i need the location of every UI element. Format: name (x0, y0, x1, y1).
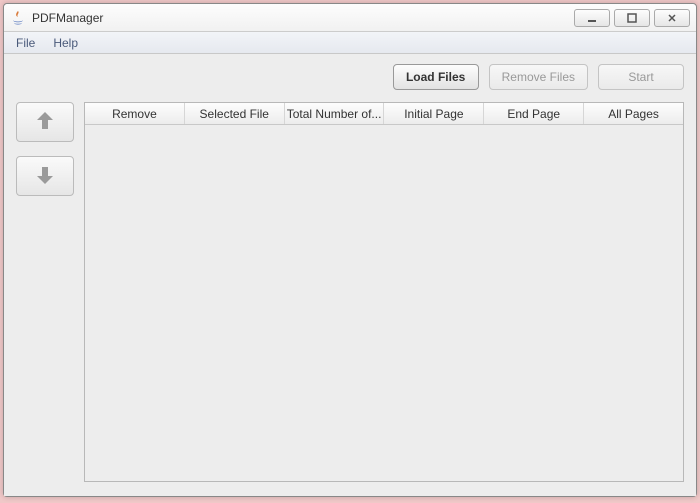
col-all-pages[interactable]: All Pages (584, 103, 683, 124)
move-up-button[interactable] (16, 102, 74, 142)
col-total-pages[interactable]: Total Number of... (285, 103, 385, 124)
table-header: Remove Selected File Total Number of... … (85, 103, 683, 125)
table-body (85, 125, 683, 481)
move-down-button[interactable] (16, 156, 74, 196)
toolbar: Load Files Remove Files Start (16, 64, 684, 90)
maximize-button[interactable] (614, 9, 650, 27)
col-end-page[interactable]: End Page (484, 103, 584, 124)
col-remove[interactable]: Remove (85, 103, 185, 124)
window-title: PDFManager (32, 11, 574, 25)
arrow-up-icon (32, 108, 58, 137)
files-table: Remove Selected File Total Number of... … (84, 102, 684, 482)
main-row: Remove Selected File Total Number of... … (16, 102, 684, 482)
menubar: File Help (4, 32, 696, 54)
menu-help[interactable]: Help (45, 34, 86, 52)
close-button[interactable] (654, 9, 690, 27)
arrow-down-icon (32, 162, 58, 191)
remove-files-button[interactable]: Remove Files (489, 64, 588, 90)
menu-file[interactable]: File (8, 34, 43, 52)
load-files-button[interactable]: Load Files (393, 64, 479, 90)
titlebar[interactable]: PDFManager (4, 4, 696, 32)
window-controls (574, 9, 690, 27)
content-area: Load Files Remove Files Start Remove Sel… (4, 54, 696, 496)
app-window: PDFManager File Help Load Files Remove F… (3, 3, 697, 497)
minimize-button[interactable] (574, 9, 610, 27)
java-icon (10, 10, 26, 26)
reorder-controls (16, 102, 74, 482)
col-selected-file[interactable]: Selected File (185, 103, 285, 124)
start-button[interactable]: Start (598, 64, 684, 90)
col-initial-page[interactable]: Initial Page (384, 103, 484, 124)
